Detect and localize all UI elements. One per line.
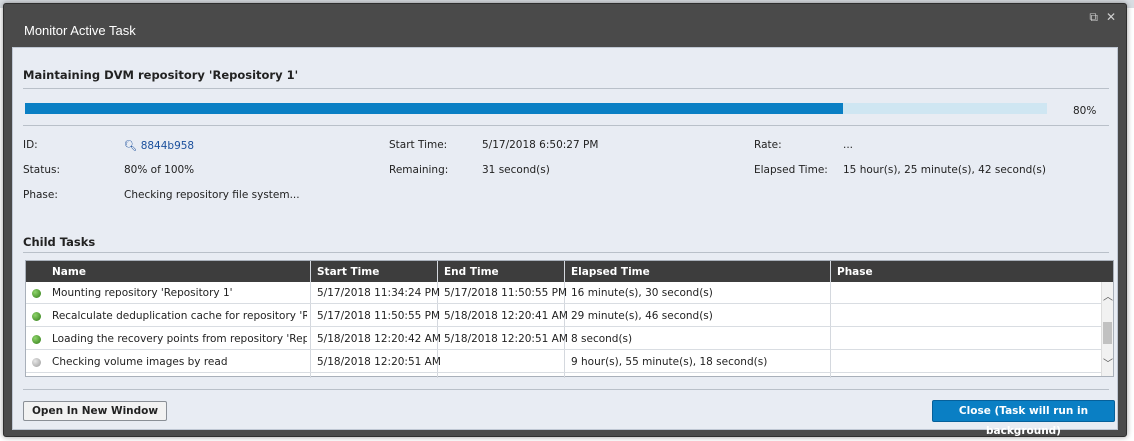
elapsed-time-label: Elapsed Time: xyxy=(754,164,828,176)
phase-value: Checking repository file system... xyxy=(124,189,300,201)
column-header-name[interactable]: Name xyxy=(52,266,86,278)
rate-value: ... xyxy=(843,139,854,151)
row-start-time: 5/18/2018 12:20:42 AM xyxy=(317,333,441,345)
task-title: Maintaining DVM repository 'Repository 1… xyxy=(23,68,299,82)
scrollbar-thumb[interactable] xyxy=(1103,322,1112,344)
row-start-time: 5/17/2018 11:50:55 PM xyxy=(317,310,441,322)
table-row[interactable]: Loading the recovery points from reposit… xyxy=(26,328,1101,350)
rate-label: Rate: xyxy=(754,139,782,151)
open-in-new-window-button[interactable]: Open In New Window xyxy=(23,401,168,421)
status-indicator-icon xyxy=(32,312,41,321)
dialog-title: Monitor Active Task xyxy=(24,23,136,38)
monitor-task-dialog: ⧉ ✕ Monitor Active Task Maintaining DVM … xyxy=(3,3,1127,437)
row-elapsed-time: 9 hour(s), 55 minute(s), 18 second(s) xyxy=(571,356,768,368)
close-icon[interactable]: ✕ xyxy=(1106,10,1116,25)
divider xyxy=(23,252,1109,253)
column-header-phase[interactable]: Phase xyxy=(837,266,873,278)
status-label: Status: xyxy=(23,164,60,176)
table-scrollbar[interactable]: ︿ ﹀ xyxy=(1101,282,1113,376)
popout-icon[interactable]: ⧉ xyxy=(1089,10,1098,25)
status-indicator-icon xyxy=(32,335,41,344)
table-row[interactable]: Mounting repository 'Repository 1' 5/17/… xyxy=(26,282,1101,304)
progress-percent-label: 80% xyxy=(1073,105,1097,117)
search-icon: 🔍︎ xyxy=(124,140,138,152)
child-tasks-table: Name Start Time End Time Elapsed Time Ph… xyxy=(25,260,1114,378)
window-controls: ⧉ ✕ xyxy=(1089,10,1116,25)
task-id-link[interactable]: 🔍︎ 8844b958 xyxy=(124,139,194,152)
row-name: Recalculate deduplication cache for repo… xyxy=(52,310,307,322)
elapsed-time-value: 15 hour(s), 25 minute(s), 42 second(s) xyxy=(843,164,1046,176)
row-start-time: 5/17/2018 11:34:24 PM xyxy=(317,287,441,299)
phase-label: Phase: xyxy=(23,189,58,201)
row-start-time: 5/18/2018 12:20:51 AM xyxy=(317,356,441,368)
close-run-in-background-button[interactable]: Close (Task will run in background) xyxy=(932,400,1115,437)
column-header-elapsed-time[interactable]: Elapsed Time xyxy=(571,266,650,278)
start-time-value: 5/17/2018 6:50:27 PM xyxy=(482,139,599,151)
column-header-end-time[interactable]: End Time xyxy=(444,266,499,278)
status-indicator-icon xyxy=(32,358,41,367)
row-end-time: 5/18/2018 12:20:41 AM xyxy=(444,310,568,322)
row-name: Loading the recovery points from reposit… xyxy=(52,333,307,345)
remaining-label: Remaining: xyxy=(389,164,449,176)
table-row[interactable]: Recalculate deduplication cache for repo… xyxy=(26,305,1101,327)
dialog-content: Maintaining DVM repository 'Repository 1… xyxy=(12,47,1118,437)
start-time-label: Start Time: xyxy=(389,139,448,151)
row-name: Checking volume images by read xyxy=(52,356,228,368)
table-row[interactable]: Checking volume images by read 5/18/2018… xyxy=(26,351,1101,373)
remaining-value: 31 second(s) xyxy=(482,164,550,176)
progress-bar-fill xyxy=(25,103,843,114)
row-end-time: 5/17/2018 11:50:55 PM xyxy=(444,287,568,299)
row-elapsed-time: 16 minute(s), 30 second(s) xyxy=(571,287,713,299)
progress-bar xyxy=(25,103,1047,114)
divider xyxy=(23,389,1109,390)
row-end-time: 5/18/2018 12:20:51 AM xyxy=(444,333,568,345)
scroll-up-icon[interactable]: ︿ xyxy=(1103,288,1113,303)
child-tasks-title: Child Tasks xyxy=(23,235,96,249)
column-header-start-time[interactable]: Start Time xyxy=(317,266,379,278)
row-elapsed-time: 29 minute(s), 46 second(s) xyxy=(571,310,713,322)
divider xyxy=(23,88,1109,89)
status-value: 80% of 100% xyxy=(124,164,195,176)
divider xyxy=(23,125,1109,126)
id-label: ID: xyxy=(23,139,38,151)
task-id-value: 8844b958 xyxy=(140,140,195,152)
scroll-down-icon[interactable]: ﹀ xyxy=(1103,355,1113,370)
row-elapsed-time: 8 second(s) xyxy=(571,333,633,345)
row-name: Mounting repository 'Repository 1' xyxy=(52,287,233,299)
status-indicator-icon xyxy=(32,289,41,298)
table-header: Name Start Time End Time Elapsed Time Ph… xyxy=(26,261,1113,282)
